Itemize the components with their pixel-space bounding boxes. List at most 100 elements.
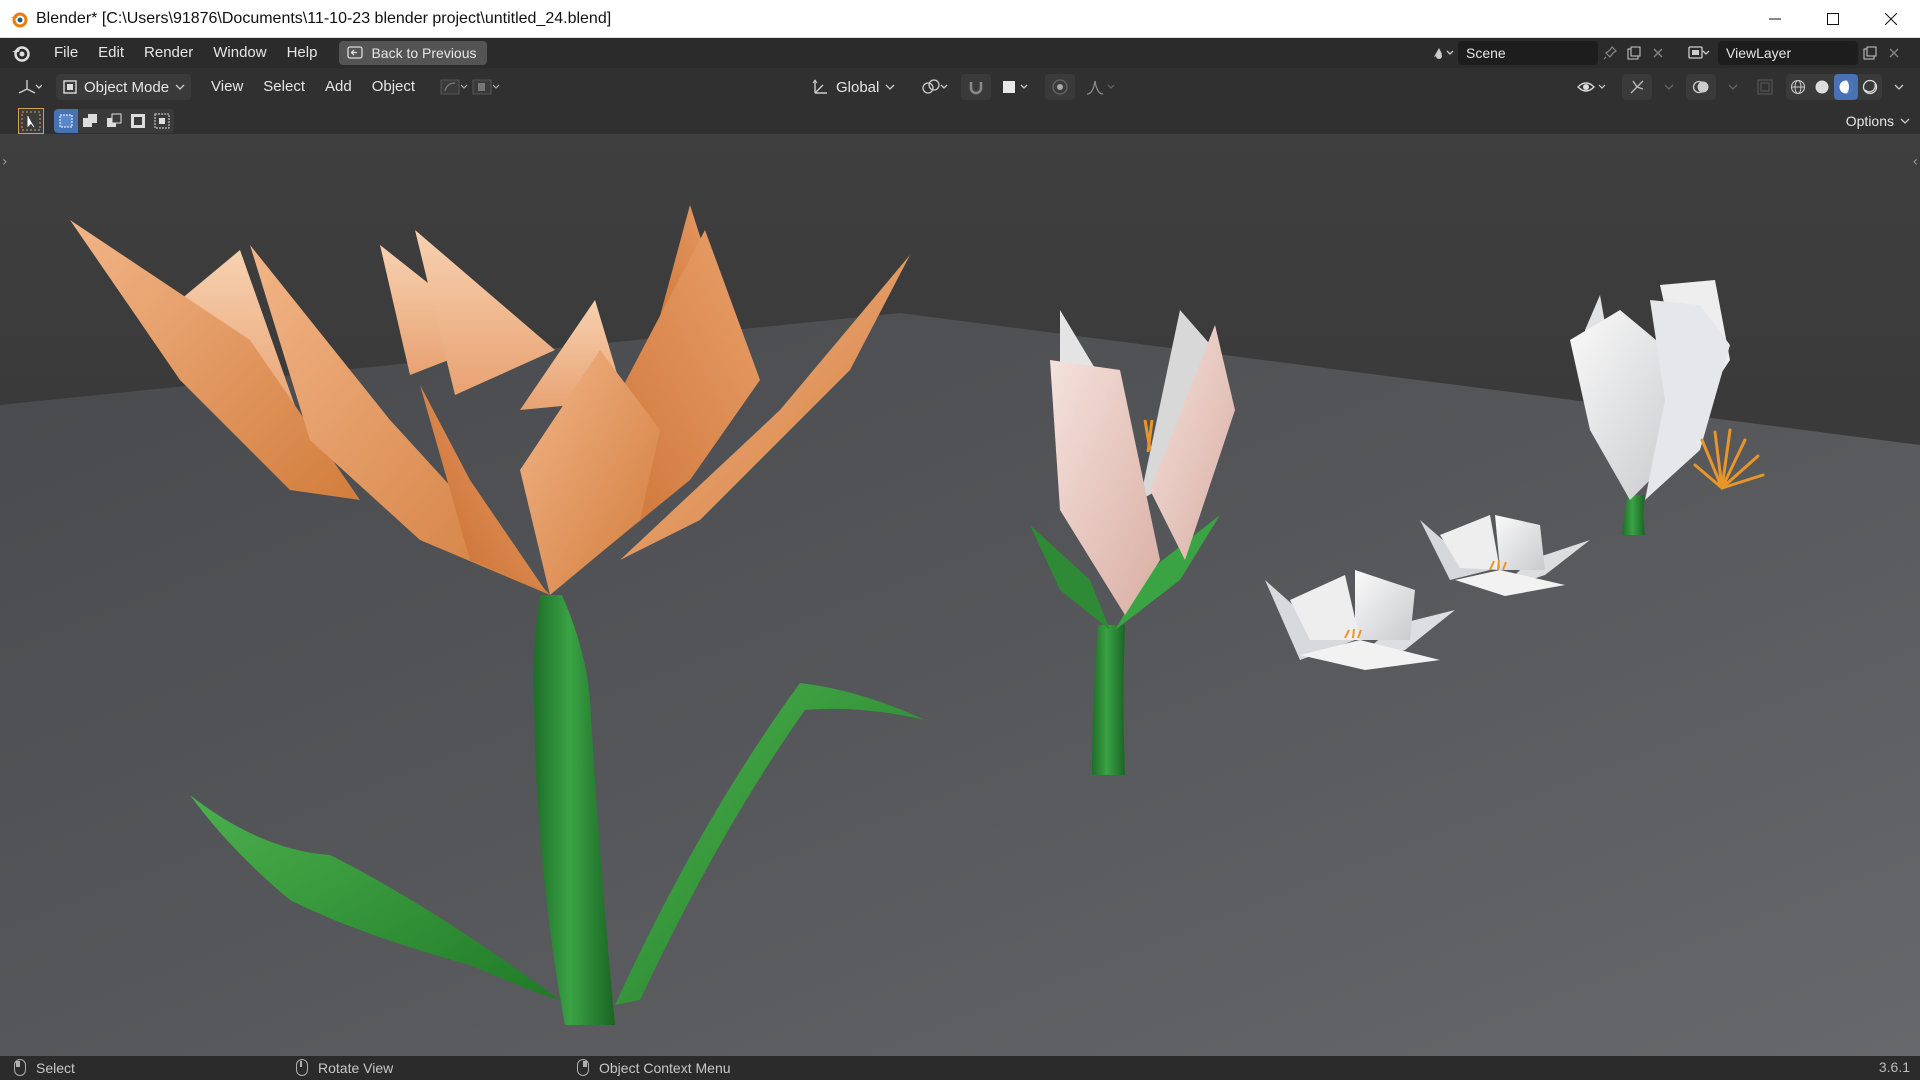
rendered-shading-button[interactable] [1858, 74, 1882, 100]
gizmos-toggle[interactable] [1622, 74, 1652, 100]
proportional-edit-toggle[interactable] [1045, 74, 1076, 100]
close-icon [1885, 13, 1897, 25]
status-bar: Select Rotate View Object Context Menu 3… [0, 1056, 1920, 1080]
proportional-falloff-dropdown[interactable] [1079, 74, 1125, 100]
chevron-down-icon [175, 84, 185, 90]
select-mode-invert-button[interactable] [126, 109, 150, 133]
pivot-icon [922, 79, 948, 94]
menu-window[interactable]: Window [203, 41, 276, 65]
select-invert-icon [131, 114, 145, 128]
cursor-select-icon [21, 111, 41, 131]
proportional-edit-icon [1052, 79, 1069, 95]
blender-logo-icon[interactable] [10, 42, 32, 64]
duplicate-icon [1627, 46, 1641, 60]
overlays-dropdown[interactable] [1722, 74, 1744, 100]
chevron-down-icon [1894, 84, 1904, 90]
header-menu-object[interactable]: Object [362, 75, 425, 99]
xray-icon [1757, 79, 1773, 95]
header-menu-select[interactable]: Select [253, 75, 315, 99]
select-mode-new-button[interactable] [54, 109, 78, 133]
select-intersect-icon [154, 113, 170, 129]
xray-toggle[interactable] [1750, 74, 1780, 100]
render-layers-icon [1688, 46, 1710, 59]
status-middle-mouse: Rotate View [296, 1059, 393, 1076]
x-icon [1889, 48, 1899, 58]
pin-scene-button[interactable] [1598, 41, 1622, 65]
pink-flower-stem [1092, 625, 1125, 775]
delete-scene-button[interactable] [1646, 41, 1670, 65]
viewlayer-browse-button[interactable] [1684, 41, 1714, 65]
new-viewlayer-button[interactable] [1858, 41, 1882, 65]
mode-dropdown[interactable]: Object Mode [56, 74, 192, 100]
pivot-point-dropdown[interactable] [915, 74, 957, 100]
falloff-curve-icon [1087, 80, 1115, 95]
transform-orientation-dropdown[interactable]: Global [806, 74, 901, 100]
pin-icon [1603, 46, 1617, 60]
maximize-button[interactable] [1804, 0, 1862, 38]
gizmo-icon [1630, 80, 1644, 94]
viewlayer-name-field[interactable]: ViewLayer [1718, 41, 1858, 65]
magnet-icon [970, 82, 983, 95]
status-right-mouse: Object Context Menu [577, 1059, 731, 1076]
orientation-global-icon [812, 79, 827, 94]
close-button[interactable] [1862, 0, 1920, 38]
blender-app-icon [11, 12, 28, 27]
material-preview-shading-button[interactable] [1834, 74, 1858, 100]
options-dropdown[interactable]: Options [1846, 109, 1910, 133]
x-icon [1653, 48, 1663, 58]
selection-mode-group [54, 109, 174, 133]
menu-help[interactable]: Help [277, 41, 328, 65]
rendered-sphere-icon [1862, 79, 1878, 95]
scene-name: Scene [1466, 45, 1506, 61]
wireframe-shading-button[interactable] [1786, 74, 1810, 100]
version-label: 3.6.1 [1878, 1059, 1910, 1075]
scene-name-field[interactable]: Scene [1458, 41, 1598, 65]
select-mode-subtract-button[interactable] [102, 109, 126, 133]
overlays-toggle[interactable] [1686, 74, 1716, 100]
delete-viewlayer-button[interactable] [1882, 41, 1906, 65]
status-left-mouse-label: Select [36, 1059, 75, 1076]
shading-options-dropdown[interactable] [1888, 74, 1910, 100]
chevron-down-icon [1728, 84, 1738, 90]
editor-type-dropdown[interactable] [10, 74, 48, 100]
gizmos-dropdown[interactable] [1658, 74, 1680, 100]
select-extend-icon [83, 114, 97, 127]
header-menu-add[interactable]: Add [315, 75, 362, 99]
options-label: Options [1845, 113, 1894, 129]
menu-edit[interactable]: Edit [88, 41, 134, 65]
chevron-down-icon [1664, 84, 1674, 90]
scene-browse-button[interactable] [1428, 41, 1458, 65]
back-to-previous-button[interactable]: Back to Previous [339, 41, 487, 65]
minimize-button[interactable] [1746, 0, 1804, 38]
scene-icon [1434, 48, 1454, 59]
select-tool-button[interactable] [18, 108, 44, 134]
solid-sphere-icon [1815, 80, 1829, 94]
chevron-down-icon [1900, 118, 1910, 124]
tool-settings-row: Options [0, 106, 1920, 134]
eye-icon [1577, 82, 1606, 92]
select-subtract-icon [107, 113, 122, 127]
grease-pencil-icons [440, 79, 500, 95]
orientation-label: Global [836, 78, 880, 96]
3d-viewport[interactable]: › ‹ [0, 134, 1920, 1056]
select-mode-extend-button[interactable] [78, 109, 102, 133]
mouse-left-icon [14, 1059, 26, 1076]
status-left-mouse: Select [14, 1059, 75, 1076]
status-middle-mouse-label: Rotate View [318, 1059, 394, 1076]
material-sphere-icon [1839, 80, 1853, 94]
scene-selector-group: Scene ViewLayer [1428, 41, 1906, 65]
menu-render[interactable]: Render [134, 41, 203, 65]
solid-shading-button[interactable] [1810, 74, 1834, 100]
select-mode-intersect-button[interactable] [150, 109, 174, 133]
snap-toggle[interactable] [961, 74, 992, 100]
mouse-middle-icon [296, 1059, 308, 1076]
gpencil-dropdown[interactable] [433, 74, 507, 100]
menu-file[interactable]: File [44, 41, 88, 65]
object-visibility-dropdown[interactable] [1570, 74, 1616, 100]
back-screen-icon [347, 46, 364, 59]
new-scene-button[interactable] [1622, 41, 1646, 65]
header-menu-view[interactable]: View [201, 75, 253, 99]
wireframe-sphere-icon [1790, 79, 1806, 95]
window-titlebar: Blender* [C:\Users\91876\Documents\11-10… [0, 0, 1920, 38]
snap-target-dropdown[interactable] [995, 74, 1037, 100]
